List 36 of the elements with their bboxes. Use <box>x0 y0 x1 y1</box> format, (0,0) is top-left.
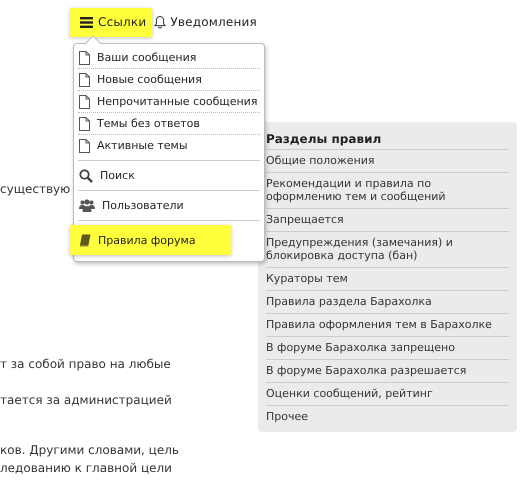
users-icon <box>79 199 95 212</box>
sidebar-link[interactable]: Общие положения <box>266 150 509 173</box>
sidebar-link[interactable]: Правила раздела Барахолка <box>266 291 509 314</box>
body-paragraph: тается за администрацией <box>0 392 173 409</box>
sidebar-link[interactable]: Предупреждения (замечания) и блокировка доступа (бан) <box>266 232 509 268</box>
sidebar-link[interactable]: Кураторы тем <box>266 268 509 291</box>
sidebar-title: Разделы правил <box>266 128 509 150</box>
body-paragraph: ков. Другими словами, цель ледованию к главной цели <box>0 442 180 477</box>
nav-link[interactable]: Уведомления <box>152 8 263 36</box>
sidebar-link[interactable]: В форуме Барахолка запрещено <box>266 337 509 360</box>
menu-item[interactable]: Ваши сообщения <box>78 47 260 68</box>
nav-link[interactable]: Ссылки <box>70 8 152 36</box>
sidebar-link[interactable]: В форуме Барахолка разрешается <box>266 360 509 383</box>
sidebar-link[interactable]: Прочее <box>266 406 509 428</box>
body-paragraph: существую <box>0 181 72 198</box>
book-icon <box>79 234 91 246</box>
menu-item[interactable]: Поиск <box>78 165 260 186</box>
bell-icon <box>154 15 166 29</box>
page-icon <box>79 116 90 130</box>
body-paragraph: т за собой право на любые <box>0 356 172 373</box>
page-icon <box>79 50 90 64</box>
sidebar-link[interactable]: Оценки сообщений, рейтинг <box>266 383 509 406</box>
menu-item[interactable]: Активные темы <box>78 134 260 156</box>
menu-item[interactable]: Темы без ответов <box>78 112 260 134</box>
menu-item[interactable]: Пользователи <box>78 195 260 216</box>
menu-icon <box>80 16 93 28</box>
search-icon <box>79 168 93 182</box>
menu-item[interactable]: Новые сообщения <box>78 68 260 90</box>
sidebar-link[interactable]: Рекомендации и правила по оформлению тем и сообщений <box>266 173 509 209</box>
sidebar-link[interactable]: Запрещается <box>266 209 509 232</box>
menu-item[interactable]: Правила форума <box>70 225 231 255</box>
page-icon <box>79 94 90 108</box>
page-icon <box>79 72 90 86</box>
sidebar-link[interactable]: Правила оформления тем в Барахолке <box>266 314 509 337</box>
menu-item[interactable]: Непрочитанные сообщения <box>78 90 260 112</box>
page-icon <box>79 138 90 152</box>
